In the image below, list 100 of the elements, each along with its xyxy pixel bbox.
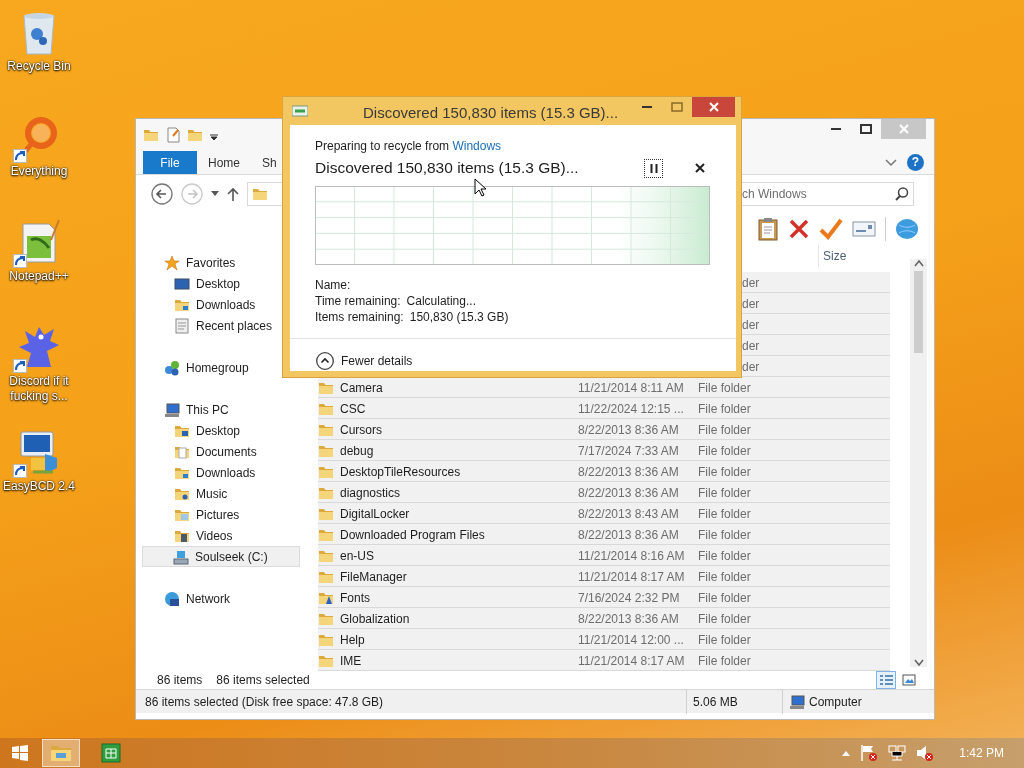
nav-item[interactable]: Desktop bbox=[143, 273, 308, 294]
nav-item[interactable]: Downloads bbox=[143, 294, 308, 315]
file-type: der bbox=[742, 274, 760, 292]
file-name: Help bbox=[340, 631, 365, 649]
file-date: 7/17/2024 7:33 AM bbox=[578, 442, 680, 460]
globe-icon[interactable] bbox=[895, 218, 919, 240]
scrollbar-thumb[interactable] bbox=[914, 271, 923, 353]
app-icon bbox=[292, 105, 308, 117]
nav-item[interactable]: This PC bbox=[143, 399, 308, 420]
nav-item[interactable]: Desktop bbox=[143, 420, 308, 441]
maximize-icon bbox=[860, 124, 872, 134]
view-button[interactable] bbox=[876, 671, 896, 689]
file-type: File folder bbox=[698, 484, 752, 502]
source-link[interactable]: Windows bbox=[452, 139, 502, 153]
file-date: 11/21/2014 12:00 ... bbox=[578, 631, 685, 649]
nav-item[interactable]: Homegroup bbox=[143, 357, 308, 378]
help-button[interactable]: ? bbox=[907, 154, 924, 171]
file-row[interactable]: debug 7/17/2024 7:33 AM File folder bbox=[318, 440, 890, 461]
nav-item[interactable]: Music bbox=[143, 483, 308, 504]
file-name: Fonts bbox=[340, 589, 370, 607]
close-icon bbox=[695, 163, 705, 173]
file-row[interactable]: Cursors 8/22/2013 8:36 AM File folder bbox=[318, 419, 890, 440]
file-date: 8/22/2013 8:43 AM bbox=[578, 505, 680, 523]
file-date: 8/22/2013 8:36 AM bbox=[578, 610, 680, 628]
maximize-icon bbox=[671, 102, 683, 112]
view-button[interactable] bbox=[899, 671, 919, 689]
network-icon[interactable] bbox=[887, 744, 908, 762]
file-row[interactable]: DigitalLocker 8/22/2013 8:43 AM File folder bbox=[318, 503, 890, 524]
clipboard-icon[interactable] bbox=[757, 217, 779, 241]
nav-item[interactable]: Downloads bbox=[143, 462, 308, 483]
caret-icon[interactable] bbox=[211, 191, 219, 197]
monitor-icon bbox=[174, 275, 190, 292]
tray-arrow-icon[interactable] bbox=[841, 749, 852, 757]
folder-icon bbox=[143, 127, 159, 143]
details-view-icon bbox=[879, 674, 893, 686]
source-text: Preparing to recycle from Windows bbox=[315, 139, 503, 154]
checkmark-icon[interactable] bbox=[819, 218, 843, 240]
computer-icon bbox=[789, 694, 805, 709]
close-icon bbox=[708, 102, 719, 112]
taskbar-app-button[interactable] bbox=[42, 739, 80, 767]
pause-button[interactable] bbox=[644, 158, 663, 178]
file-row[interactable]: FileManager 11/21/2014 8:17 AM File folder bbox=[318, 566, 890, 587]
speaker-muted-icon[interactable] bbox=[915, 744, 936, 762]
nav-item[interactable]: Pictures bbox=[143, 504, 308, 525]
file-name: Camera bbox=[340, 379, 383, 397]
file-row[interactable]: Camera 11/21/2014 8:11 AM File folder bbox=[318, 377, 890, 398]
ribbon-tab[interactable]: Home bbox=[197, 151, 251, 174]
file-row[interactable]: Fonts 7/16/2024 2:32 PM File folder bbox=[318, 587, 890, 608]
file-name: debug bbox=[340, 442, 374, 460]
file-row[interactable]: diagnostics 8/22/2013 8:36 AM File folder bbox=[318, 482, 890, 503]
file-date: 8/22/2013 8:36 AM bbox=[578, 463, 680, 481]
details-toggle[interactable]: Fewer details bbox=[315, 351, 710, 371]
selection-count: 86 items selected bbox=[216, 672, 310, 689]
file-date: 7/16/2024 2:32 PM bbox=[578, 589, 681, 607]
computer-icon bbox=[164, 401, 180, 418]
file-name: Globalization bbox=[340, 610, 410, 628]
nav-item[interactable]: Documents bbox=[143, 441, 308, 462]
file-name: diagnostics bbox=[340, 484, 401, 502]
dialog-title: Discovered 150,830 items (15.3 GB)... bbox=[363, 103, 619, 123]
file-row[interactable]: CSC 11/22/2024 12:15 ... File folder bbox=[318, 398, 890, 419]
ribbon-tab[interactable]: Sh bbox=[251, 151, 288, 174]
scroll-down-icon[interactable] bbox=[913, 659, 924, 667]
file-row[interactable]: en-US 11/21/2014 8:16 AM File folder bbox=[318, 545, 890, 566]
close-icon bbox=[898, 124, 909, 134]
file-date: 8/22/2013 8:36 AM bbox=[578, 526, 680, 544]
file-row[interactable]: Downloaded Program Files 8/22/2013 8:36 AM File folder bbox=[318, 524, 890, 545]
windows-logo-icon bbox=[12, 745, 28, 761]
file-type: der bbox=[742, 337, 760, 355]
file-row[interactable]: DesktopTileResources 8/22/2013 8:36 AM File folder bbox=[318, 461, 890, 482]
file-type: File folder bbox=[698, 442, 752, 460]
delete-icon[interactable] bbox=[788, 218, 810, 240]
back-icon[interactable] bbox=[151, 183, 173, 205]
flag-icon[interactable] bbox=[859, 744, 880, 762]
file-row[interactable]: IME 11/21/2014 8:17 AM File folder bbox=[318, 650, 890, 671]
file-row[interactable]: Help 11/21/2014 12:00 ... File folder bbox=[318, 629, 890, 650]
spreadsheet-icon bbox=[99, 741, 123, 765]
file-name: DigitalLocker bbox=[340, 505, 410, 523]
file-type: File folder bbox=[698, 505, 752, 523]
column-header[interactable]: Size bbox=[818, 245, 890, 267]
file-date: 11/21/2014 8:11 AM bbox=[578, 379, 685, 397]
document-icon bbox=[165, 127, 181, 143]
envelope-icon[interactable] bbox=[852, 220, 876, 238]
chevron-down-icon[interactable] bbox=[885, 158, 897, 167]
detail-label: Items remaining: bbox=[315, 309, 404, 326]
network-icon bbox=[164, 590, 180, 607]
nav-item[interactable]: Network bbox=[143, 588, 308, 609]
scroll-up-icon[interactable] bbox=[913, 259, 924, 267]
search-icon bbox=[894, 186, 910, 202]
nav-item[interactable]: Videos bbox=[143, 525, 308, 546]
nav-item[interactable]: Recent places bbox=[143, 315, 308, 336]
file-type: File folder bbox=[698, 400, 752, 418]
file-type: File folder bbox=[698, 547, 752, 565]
detail-label: Name: bbox=[315, 277, 351, 294]
file-row[interactable]: Globalization 8/22/2013 8:36 AM File folder bbox=[318, 608, 890, 629]
nav-item[interactable]: Favorites bbox=[143, 252, 308, 273]
up-arrow-icon[interactable] bbox=[227, 187, 239, 201]
close-button[interactable] bbox=[692, 97, 735, 117]
file-date: 11/21/2014 8:16 AM bbox=[578, 547, 686, 565]
nav-item[interactable]: Soulseek (C:) bbox=[142, 546, 300, 567]
file-type: der bbox=[742, 316, 760, 334]
